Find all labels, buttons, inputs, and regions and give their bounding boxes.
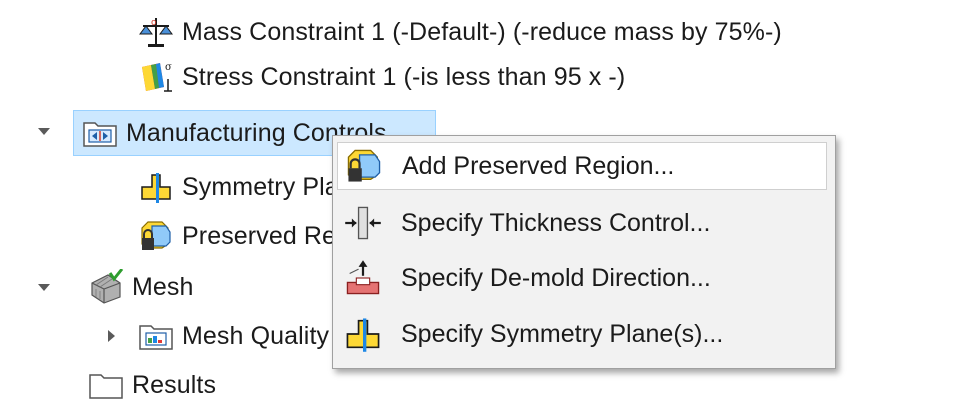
mesh-icon	[88, 269, 124, 305]
tree-item-label: Mesh Quality	[182, 321, 330, 350]
context-menu: Add Preserved Region... Specify Thicknes…	[332, 135, 836, 369]
manufacturing-controls-folder-icon	[82, 115, 118, 151]
tree-item-mesh[interactable]: Mesh	[88, 265, 194, 309]
preserved-region-icon	[344, 146, 384, 186]
menu-item-add-preserved-region[interactable]: Add Preserved Region...	[337, 142, 827, 190]
tree-item-results[interactable]: Results	[88, 363, 216, 407]
preserved-region-icon	[138, 218, 174, 254]
collapse-arrow-icon[interactable]	[33, 276, 55, 298]
menu-item-label: Specify De-mold Direction...	[401, 263, 711, 292]
menu-item-label: Add Preserved Region...	[402, 151, 675, 180]
tree-item-label: Mass Constraint 1 (-Default-) (-reduce m…	[182, 17, 782, 46]
tree-item-mass-constraint[interactable]: o Mass Constraint 1 (-Default-) (-reduce…	[138, 10, 782, 54]
mass-constraint-icon: o	[138, 14, 174, 50]
expand-arrow-icon[interactable]	[100, 325, 122, 347]
svg-text:o: o	[151, 18, 157, 28]
thickness-control-icon	[343, 203, 383, 243]
stress-constraint-icon: σ	[138, 59, 174, 95]
menu-item-specify-demold-direction[interactable]: Specify De-mold Direction...	[337, 254, 827, 302]
symmetry-plane-icon	[138, 169, 174, 205]
tree-item-label: Stress Constraint 1 (-is less than 95 x …	[182, 62, 626, 91]
menu-item-specify-thickness-control[interactable]: Specify Thickness Control...	[337, 199, 827, 247]
tree-item-label: Mesh	[132, 272, 194, 301]
mesh-quality-folder-icon	[138, 318, 174, 354]
results-folder-icon	[88, 367, 124, 403]
menu-item-label: Specify Thickness Control...	[401, 208, 711, 237]
symmetry-plane-icon	[343, 314, 383, 354]
tree-item-label: Results	[132, 370, 217, 399]
tree-item-stress-constraint[interactable]: σ Stress Constraint 1 (-is less than 95 …	[138, 55, 625, 99]
tree-item-mesh-quality[interactable]: Mesh Quality	[138, 314, 329, 358]
svg-text:σ: σ	[165, 62, 172, 73]
menu-item-specify-symmetry-planes[interactable]: Specify Symmetry Plane(s)...	[337, 310, 827, 358]
demold-direction-icon	[343, 258, 383, 298]
collapse-arrow-icon[interactable]	[33, 120, 55, 142]
menu-item-label: Specify Symmetry Plane(s)...	[401, 319, 724, 348]
